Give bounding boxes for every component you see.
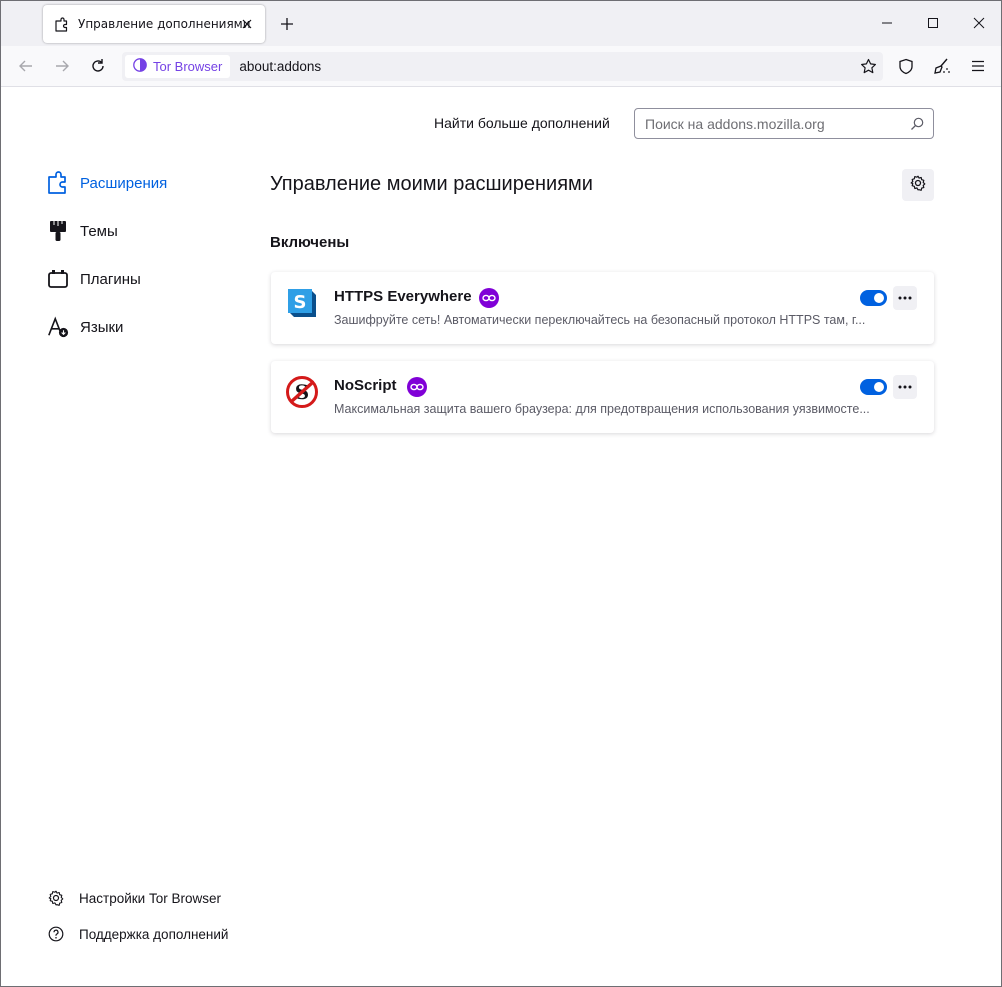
addon-enable-toggle[interactable] (860, 379, 887, 395)
sidebar-item-label: Расширения (80, 174, 168, 192)
forward-icon[interactable] (52, 56, 72, 76)
url-bar[interactable]: Tor Browser about:addons (122, 52, 883, 81)
browser-window: Управление дополнениями Tor Browser abou… (0, 0, 1002, 987)
sidebar-item-languages[interactable]: Языки (47, 313, 123, 341)
puzzle-icon (54, 16, 70, 32)
noscript-icon: S (286, 376, 318, 408)
help-icon (47, 925, 65, 943)
minimize-icon[interactable] (876, 12, 898, 34)
tab-addons[interactable]: Управление дополнениями (43, 5, 265, 43)
bookmark-star-icon[interactable] (859, 57, 877, 75)
addon-description: Максимальная защита вашего браузера: для… (334, 402, 870, 416)
close-window-icon[interactable] (968, 12, 990, 34)
find-more-label: Найти больше дополнений (434, 115, 610, 131)
tools-gear-button[interactable] (902, 169, 934, 201)
more-options-icon[interactable] (893, 286, 917, 310)
brush-icon (47, 219, 69, 243)
identity-box[interactable]: Tor Browser (125, 55, 231, 78)
shield-icon[interactable] (896, 56, 916, 76)
private-browsing-badge-icon (479, 288, 499, 308)
new-tab-button[interactable] (277, 14, 297, 34)
menu-icon[interactable] (968, 56, 988, 76)
tab-title: Управление дополнениями (78, 17, 251, 31)
identity-label: Tor Browser (153, 59, 223, 74)
maximize-icon[interactable] (922, 12, 944, 34)
addon-enable-toggle[interactable] (860, 290, 887, 306)
addons-support-link[interactable]: Поддержка дополнений (47, 924, 228, 944)
sidebar-item-label: Языки (80, 318, 124, 336)
footer-link-label: Поддержка дополнений (79, 926, 229, 942)
addon-name[interactable]: NoScript (334, 377, 397, 394)
sidebar-item-themes[interactable]: Темы (47, 217, 118, 245)
gear-icon (47, 889, 65, 907)
new-identity-broom-icon[interactable] (932, 56, 952, 76)
sidebar-item-label: Темы (80, 222, 118, 240)
plugin-icon (47, 267, 69, 291)
url-text[interactable]: about:addons (239, 59, 321, 74)
page-title: Управление моими расширениями (270, 173, 593, 195)
search-icon (909, 116, 925, 132)
addon-description: Зашифруйте сеть! Автоматически переключа… (334, 313, 866, 327)
language-icon (47, 315, 69, 339)
sidebar-item-label: Плагины (80, 270, 141, 288)
more-options-icon[interactable] (893, 375, 917, 399)
sidebar-item-plugins[interactable]: Плагины (47, 265, 141, 293)
gear-icon (910, 175, 926, 195)
addon-card[interactable]: S NoScript Максимальная защита вашего бр… (271, 361, 934, 433)
https-everywhere-icon: S (286, 287, 318, 319)
private-browsing-badge-icon (407, 377, 427, 397)
addons-search-box[interactable] (634, 108, 934, 139)
tor-onion-icon (133, 57, 147, 76)
close-tab-icon[interactable] (239, 16, 255, 32)
footer-link-label: Настройки Tor Browser (79, 890, 221, 906)
puzzle-icon (47, 171, 69, 195)
back-icon[interactable] (16, 56, 36, 76)
nav-bar: Tor Browser about:addons (1, 46, 1001, 87)
addons-search-input[interactable] (635, 109, 895, 138)
tab-strip: Управление дополнениями (1, 1, 1001, 46)
reload-icon[interactable] (88, 56, 108, 76)
section-heading-enabled: Включены (270, 234, 350, 251)
tor-browser-settings-link[interactable]: Настройки Tor Browser (47, 888, 221, 908)
addon-name[interactable]: HTTPS Everywhere (334, 288, 472, 305)
svg-text:S: S (294, 292, 307, 313)
sidebar-item-extensions[interactable]: Расширения (47, 169, 167, 197)
addon-card[interactable]: S HTTPS Everywhere Зашифруйте сеть! Авто… (271, 272, 934, 344)
